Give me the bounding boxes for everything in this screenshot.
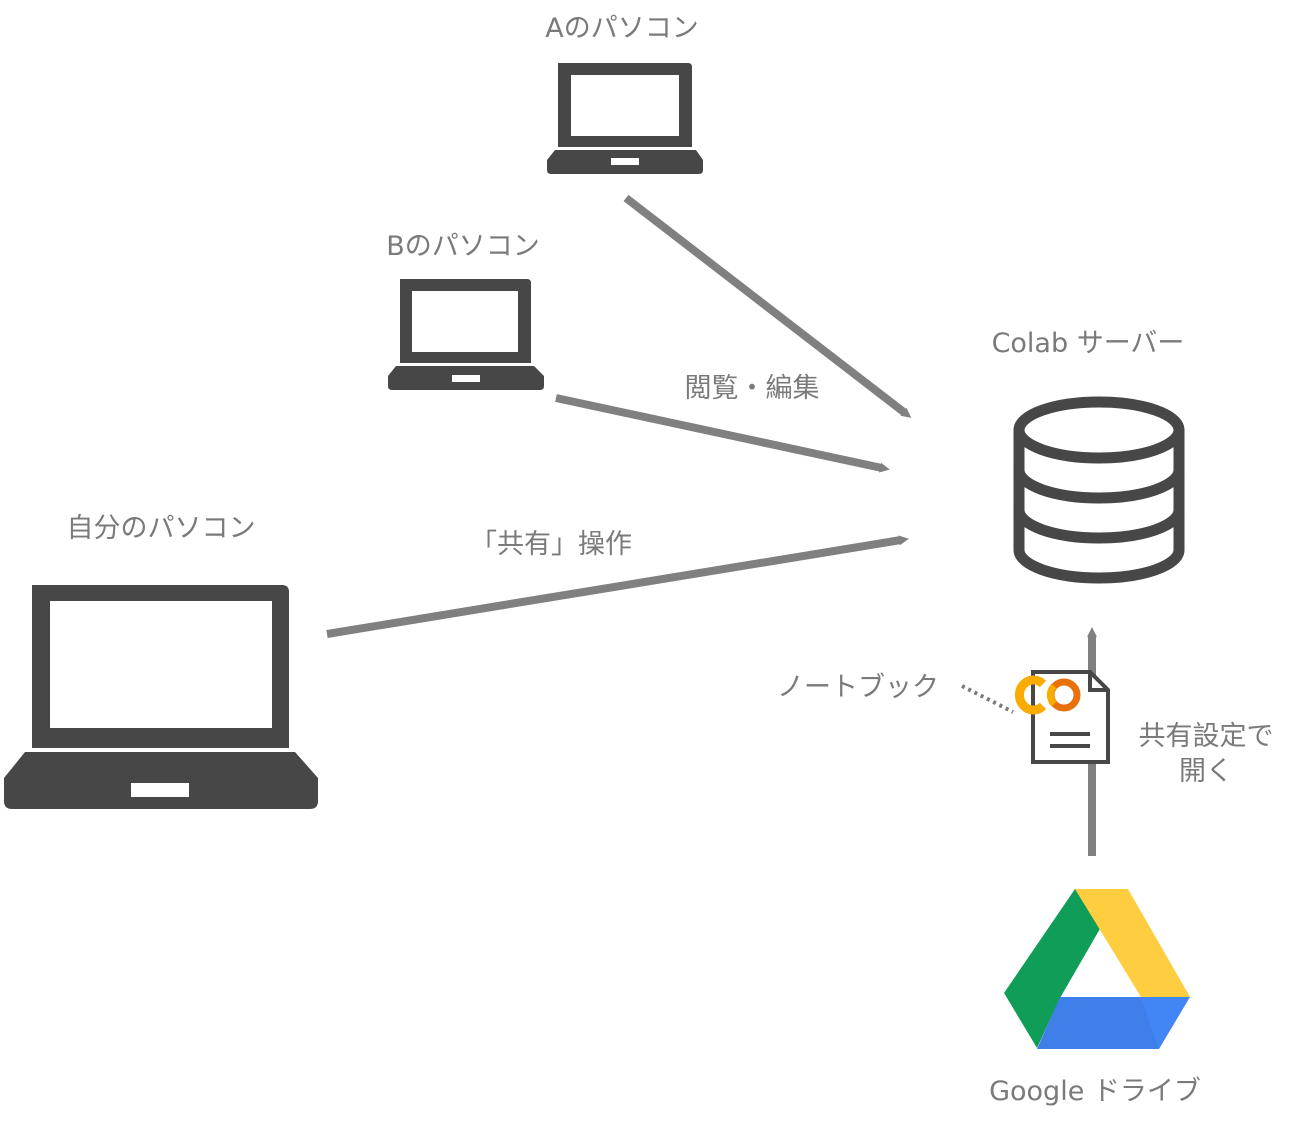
view-edit-label: 閲覧・編集 [685,373,820,404]
drive-label: Google ドライブ [989,1076,1201,1107]
laptop-icon-a [547,63,703,174]
arrow-b-to-server [555,394,890,473]
colab-document-icon [1015,670,1110,764]
google-drive-icon [1004,889,1190,1049]
pc-a-label: Aのパソコン [545,13,698,44]
pc-self-label: 自分のパソコン [67,513,256,544]
sharing-diagram: Aのパソコン Bのパソコン 自分のパソコン Colab サーバー 閲覧・編集 「… [4,13,1274,1107]
laptop-icon-self [4,585,318,809]
server-label: Colab サーバー [992,328,1185,359]
database-icon [1013,396,1185,584]
open-share-label-line2: 開く [1179,756,1233,787]
laptop-icon-b [388,279,544,390]
open-share-label-line1: 共有設定で [1139,721,1274,752]
notebook-label: ノートブック [777,672,939,703]
pc-b-label: Bのパソコン [386,231,540,262]
notebook-dotted-leader [961,684,1014,714]
share-operation-label: 「共有」操作 [470,529,632,560]
